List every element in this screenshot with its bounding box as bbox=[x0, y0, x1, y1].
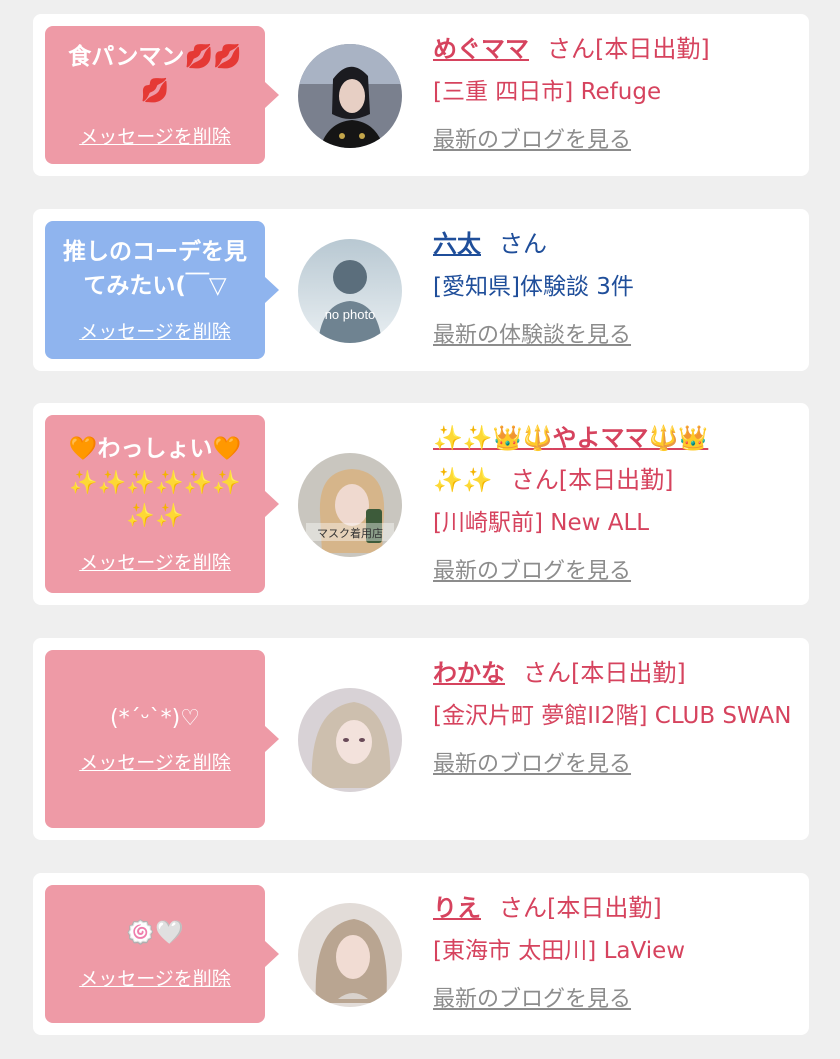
latest-blog-link[interactable]: 最新のブログを見る bbox=[433, 553, 631, 585]
shop-info: [愛知県]体験談 3件 bbox=[433, 274, 634, 300]
orange-heart-icon: 🧡 bbox=[68, 436, 98, 463]
shop-info: [金沢片町 夢館II2階] CLUB SWAN bbox=[433, 703, 792, 729]
no-photo-label: no photo bbox=[325, 307, 376, 322]
message-bubble: 食パンマン💋💋💋 メッセージを削除 bbox=[45, 26, 279, 164]
latest-review-link[interactable]: 最新の体験談を見る bbox=[433, 317, 631, 349]
cast-info: りえ さん[本日出勤] [東海市 太田川] LaView 最新のブログを見る bbox=[433, 887, 793, 1013]
message-card: (*ˊᵕˋ*)♡ メッセージを削除 わかな さん[本日出勤] [金沢片町 夢館II… bbox=[33, 638, 809, 840]
cast-status: さん[本日出勤] bbox=[499, 894, 662, 922]
cast-name-line: 六太 さん bbox=[433, 223, 793, 265]
avatar[interactable] bbox=[298, 688, 402, 792]
message-bubble: 🧡わっしょい🧡 ✨✨✨✨✨✨✨✨ メッセージを削除 bbox=[45, 415, 279, 593]
message-text: 🍥🤍 bbox=[126, 919, 184, 946]
sparkles-icon: ✨✨ bbox=[433, 466, 493, 494]
shop-info: [東海市 太田川] LaView bbox=[433, 938, 686, 964]
cast-status: さん[本日出勤] bbox=[510, 466, 674, 494]
message-card: 推しのコーデを見てみたい(￣▽ メッセージを削除 no photo 六太 さん [… bbox=[33, 209, 809, 371]
cast-name-link[interactable]: めぐママ bbox=[433, 35, 529, 63]
delete-message-link[interactable]: メッセージを削除 bbox=[79, 548, 231, 575]
mask-label: マスク着用店 bbox=[317, 526, 383, 540]
message-list: 食パンマン💋💋💋 メッセージを削除 めぐママ さん[本日出勤] [三重 四日市] … bbox=[0, 0, 840, 1059]
message-card: 🧡わっしょい🧡 ✨✨✨✨✨✨✨✨ メッセージを削除 マスク着用店 ✨✨👑🔱やよマ… bbox=[33, 403, 809, 605]
cast-name-line: わかな さん[本日出勤] bbox=[433, 652, 793, 694]
message-bubble: 🍥🤍 メッセージを削除 bbox=[45, 885, 279, 1023]
message-card: 食パンマン💋💋💋 メッセージを削除 めぐママ さん[本日出勤] [三重 四日市] … bbox=[33, 14, 809, 176]
message-text: 推しのコーデを見てみたい(￣▽ bbox=[63, 239, 247, 299]
avatar[interactable] bbox=[298, 44, 402, 148]
message-text: (*ˊᵕˋ*)♡ bbox=[110, 705, 200, 731]
message-text: 🧡わっしょい🧡 ✨✨✨✨✨✨✨✨ bbox=[68, 436, 242, 530]
delete-message-link[interactable]: メッセージを削除 bbox=[79, 748, 231, 775]
latest-blog-link[interactable]: 最新のブログを見る bbox=[433, 746, 631, 778]
cast-status: さん[本日出勤] bbox=[523, 659, 686, 687]
cast-name-link[interactable]: 六太 bbox=[433, 230, 481, 258]
cast-info: わかな さん[本日出勤] [金沢片町 夢館II2階] CLUB SWAN 最新のブ… bbox=[433, 652, 793, 778]
shop-info: [三重 四日市] Refuge bbox=[433, 79, 662, 105]
latest-blog-link[interactable]: 最新のブログを見る bbox=[433, 981, 631, 1013]
cast-info: ✨✨👑🔱やよママ🔱👑 ✨✨ さん[本日出勤] [川崎駅前] New ALL 最新の… bbox=[433, 417, 793, 585]
cast-status: さん[本日出勤] bbox=[547, 35, 710, 63]
cast-name-link[interactable]: りえ bbox=[433, 894, 481, 922]
cast-name-line: りえ さん[本日出勤] bbox=[433, 887, 793, 929]
avatar[interactable] bbox=[298, 903, 402, 1007]
delete-message-link[interactable]: メッセージを削除 bbox=[79, 122, 231, 149]
cast-name-link[interactable]: ✨✨👑🔱やよママ🔱👑 bbox=[433, 424, 708, 452]
orange-heart-icon: 🧡 bbox=[212, 436, 242, 463]
message-card: 🍥🤍 メッセージを削除 りえ さん[本日出勤] [東海市 太田川] LaView … bbox=[33, 873, 809, 1035]
avatar-no-photo[interactable]: no photo bbox=[298, 239, 402, 343]
shop-info: [川崎駅前] New ALL bbox=[433, 510, 650, 536]
cast-status: さん bbox=[499, 230, 547, 258]
cast-name-line: めぐママ さん[本日出勤] bbox=[433, 28, 793, 70]
delete-message-link[interactable]: メッセージを削除 bbox=[79, 317, 231, 344]
message-bubble: 推しのコーデを見てみたい(￣▽ メッセージを削除 bbox=[45, 221, 279, 359]
cast-info: めぐママ さん[本日出勤] [三重 四日市] Refuge 最新のブログを見る bbox=[433, 28, 793, 154]
latest-blog-link[interactable]: 最新のブログを見る bbox=[433, 122, 631, 154]
message-text: 食パンマン💋💋💋 bbox=[68, 44, 242, 104]
cast-name-line: ✨✨👑🔱やよママ🔱👑 ✨✨ さん[本日出勤] bbox=[433, 417, 793, 501]
message-bubble: (*ˊᵕˋ*)♡ メッセージを削除 bbox=[45, 650, 279, 828]
delete-message-link[interactable]: メッセージを削除 bbox=[79, 964, 231, 991]
sparkles-icon: ✨✨✨✨✨✨✨✨ bbox=[69, 469, 241, 530]
cast-name-link[interactable]: わかな bbox=[433, 659, 505, 687]
cast-info: 六太 さん [愛知県]体験談 3件 最新の体験談を見る bbox=[433, 223, 793, 349]
avatar[interactable]: マスク着用店 bbox=[298, 453, 402, 557]
